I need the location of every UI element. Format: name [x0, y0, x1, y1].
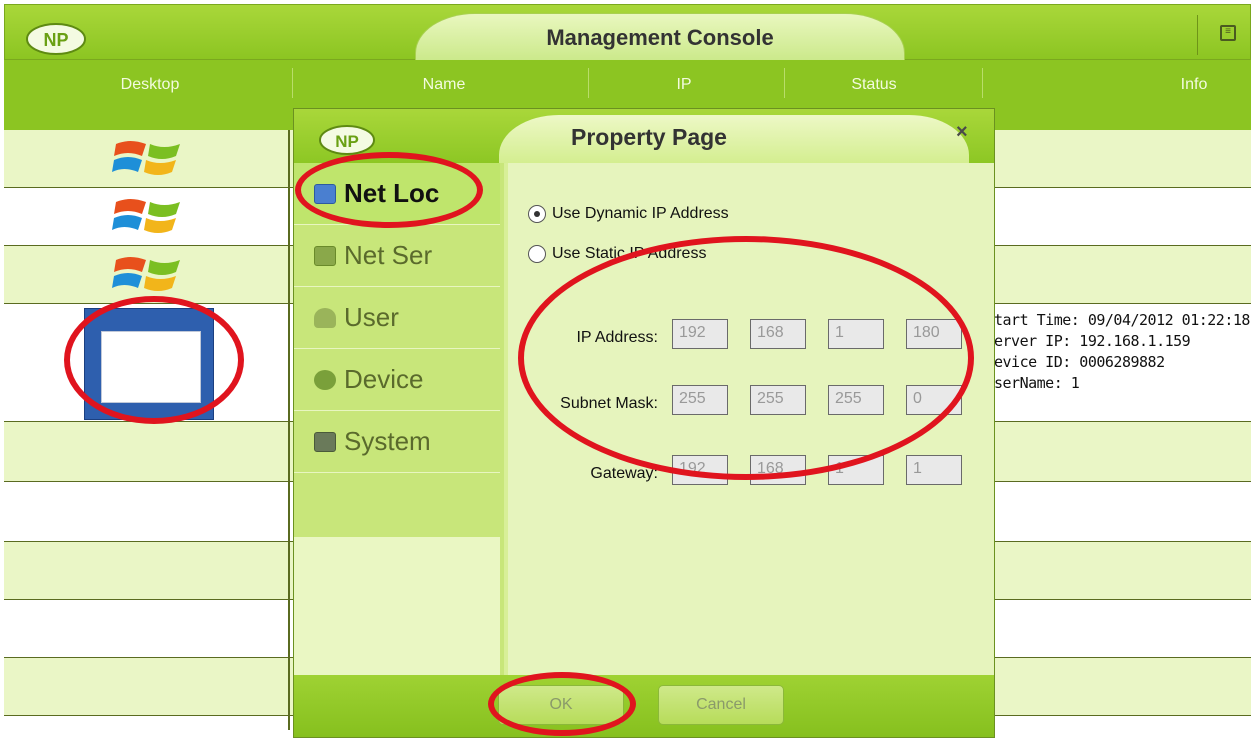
desktop-thumbnail-window: [101, 331, 201, 403]
desktop-column-divider: [288, 130, 290, 730]
info-username: serName: 1: [994, 374, 1080, 392]
gateway-octet-3[interactable]: 1: [828, 455, 884, 485]
ip-address-octet-2[interactable]: 168: [750, 319, 806, 349]
desktop-thumbnail[interactable]: [84, 308, 214, 420]
subnet-mask-octet-2[interactable]: 255: [750, 385, 806, 415]
property-page-dialog: NP Property Page × Net Loc Net Ser User …: [293, 108, 995, 738]
user-icon: [314, 307, 336, 328]
net-loc-panel: Use Dynamic IP Address Use Static IP Add…: [508, 163, 994, 675]
sidebar-item-label: Device: [344, 364, 424, 394]
radio-static-ip[interactable]: [528, 245, 546, 263]
ip-address-octet-4[interactable]: 180: [906, 319, 962, 349]
info-start-time: tart Time: 09/04/2012 01:22:18: [994, 311, 1250, 329]
radio-dynamic-ip-label: Use Dynamic IP Address: [552, 205, 729, 222]
radio-dynamic-ip[interactable]: [528, 205, 546, 223]
column-status[interactable]: Status: [814, 76, 934, 96]
app-title: Management Console: [546, 25, 774, 50]
column-divider: [292, 68, 293, 98]
window-menu-icon[interactable]: ≡: [1220, 25, 1236, 41]
sidebar-item-label: Net Loc: [344, 178, 440, 208]
ip-address-octet-1[interactable]: 192: [672, 319, 728, 349]
radio-static-ip-row[interactable]: Use Static IP Address: [528, 245, 706, 263]
ip-address-label: IP Address:: [576, 329, 658, 346]
gateway-octet-4[interactable]: 1: [906, 455, 962, 485]
radio-dynamic-ip-row[interactable]: Use Dynamic IP Address: [528, 205, 729, 223]
dialog-footer: OK Cancel: [294, 675, 994, 737]
windows-logo-icon: [112, 199, 180, 233]
main-titlebar: NP Management Console ≡: [4, 4, 1251, 61]
sidebar-item-device[interactable]: Device: [294, 349, 500, 411]
svg-text:NP: NP: [335, 132, 359, 151]
subnet-mask-label: Subnet Mask:: [560, 395, 658, 412]
np-logo-icon: NP: [26, 23, 86, 55]
cancel-button[interactable]: Cancel: [658, 685, 784, 725]
gateway-label: Gateway:: [590, 465, 658, 482]
column-info[interactable]: Info: [1164, 76, 1224, 96]
column-desktop[interactable]: Desktop: [90, 76, 210, 96]
radio-static-ip-label: Use Static IP Address: [552, 245, 707, 262]
column-divider: [588, 68, 589, 98]
windows-logo-icon: [112, 141, 180, 175]
device-icon: [314, 369, 336, 390]
windows-logo-icon: [112, 257, 180, 291]
sidebar-item-net-ser[interactable]: Net Ser: [294, 225, 500, 287]
titlebar-divider: [1197, 15, 1198, 55]
column-ip[interactable]: IP: [644, 76, 724, 96]
svg-text:NP: NP: [43, 30, 68, 50]
info-device-id: evice ID: 0006289882: [994, 353, 1165, 371]
gateway-octet-2[interactable]: 168: [750, 455, 806, 485]
client-info: tart Time: 09/04/2012 01:22:18 erver IP: …: [994, 310, 1250, 394]
subnet-mask-octet-4[interactable]: 0: [906, 385, 962, 415]
np-logo-icon: NP: [319, 125, 375, 155]
gateway-octet-1[interactable]: 192: [672, 455, 728, 485]
dialog-sidebar: Net Loc Net Ser User Device System: [294, 163, 504, 675]
dialog-titlebar[interactable]: NP Property Page ×: [294, 109, 994, 163]
close-icon[interactable]: ×: [956, 121, 968, 144]
sidebar-item-system[interactable]: System: [294, 411, 500, 473]
sidebar-item-label: User: [344, 302, 399, 332]
ip-address-octet-3[interactable]: 1: [828, 319, 884, 349]
system-icon: [314, 431, 336, 452]
subnet-mask-octet-1[interactable]: 255: [672, 385, 728, 415]
ok-button[interactable]: OK: [498, 685, 624, 725]
column-divider: [784, 68, 785, 98]
sidebar-item-net-loc[interactable]: Net Loc: [294, 163, 500, 225]
column-name[interactable]: Name: [384, 76, 504, 96]
column-divider: [982, 68, 983, 98]
network-location-icon: [314, 183, 336, 204]
sidebar-item-label: Net Ser: [344, 240, 433, 270]
info-server-ip: erver IP: 192.168.1.159: [994, 332, 1191, 350]
sidebar-empty-area: [294, 537, 500, 675]
dialog-title: Property Page: [571, 124, 727, 150]
network-server-icon: [314, 245, 336, 266]
subnet-mask-octet-3[interactable]: 255: [828, 385, 884, 415]
sidebar-item-user[interactable]: User: [294, 287, 500, 349]
sidebar-item-label: System: [344, 426, 431, 456]
